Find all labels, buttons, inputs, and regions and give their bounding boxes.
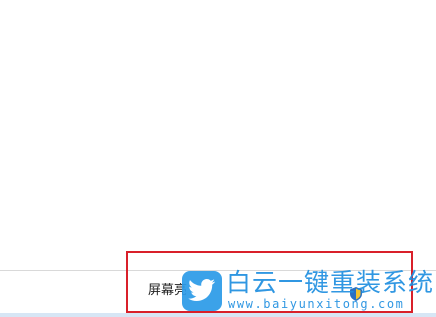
bird-icon [182,271,222,311]
screen: 屏幕亮 白云一键重装系统 www.baiyunxitong.com [0,0,436,317]
watermark-url: www.baiyunxitong.com [228,297,405,311]
watermark-title: 白云一键重装系统 [226,268,435,297]
taskbar-edge [0,313,436,317]
blank-content-area [0,0,436,270]
watermark: 白云一键重装系统 www.baiyunxitong.com [182,269,433,313]
